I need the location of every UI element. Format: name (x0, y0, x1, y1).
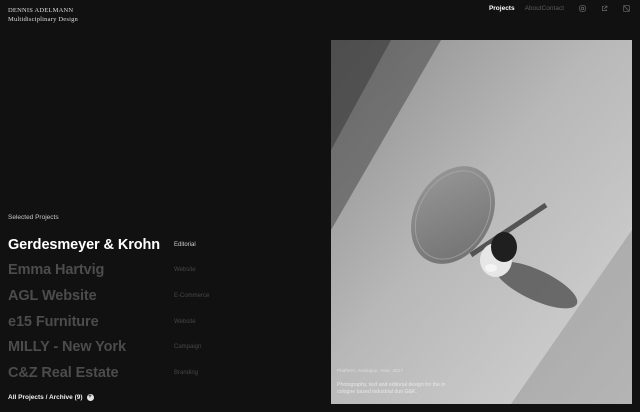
project-name[interactable]: e15 Furniture (8, 314, 174, 330)
brand[interactable]: DENNIS ADELMANN Multidisciplinary Design (8, 6, 78, 24)
project-name[interactable]: Emma Hartvig (8, 262, 174, 278)
project-row-cz-real-estate[interactable]: C&Z Real Estate Branding (8, 360, 318, 386)
hero-photo (331, 40, 632, 404)
all-projects-label[interactable]: All Projects / Archive (9) (8, 394, 83, 401)
instagram-icon[interactable] (578, 4, 586, 12)
hero-description: Photography, text and editorial design f… (337, 382, 446, 395)
project-category: Campaign (174, 344, 202, 351)
project-name[interactable]: AGL Website (8, 288, 174, 304)
project-category: E-Commerce (174, 292, 210, 299)
project-category: Branding (174, 369, 199, 376)
project-category: Editorial (174, 241, 196, 248)
project-category: Website (174, 267, 196, 274)
project-category: Website (174, 318, 196, 325)
brand-tagline: Multidisciplinary Design (8, 16, 78, 23)
project-name[interactable]: C&Z Real Estate (8, 365, 174, 381)
project-row-agl-website[interactable]: AGL Website E-Commerce (8, 283, 318, 309)
nav-about-contact: AboutContact (525, 5, 564, 12)
top-nav: Projects AboutContact (489, 4, 630, 12)
project-list: Gerdesmeyer & Krohn Editorial Emma Hartv… (8, 232, 318, 386)
brand-name[interactable]: DENNIS ADELMANN (8, 6, 78, 15)
project-row-milly-new-york[interactable]: MILLY - New York Campaign (8, 334, 318, 360)
project-name[interactable]: MILLY - New York (8, 339, 174, 355)
selected-projects-label: Selected Projects (8, 214, 59, 221)
nav-contact[interactable]: Contact (542, 5, 564, 12)
project-row-gerdesmeyer-krohn[interactable]: Gerdesmeyer & Krohn Editorial (8, 232, 318, 258)
project-hero-image[interactable]: Platform: Analogue, Year: 2017 Photograp… (331, 40, 632, 404)
external-link-icon[interactable] (600, 4, 608, 12)
all-projects-link[interactable]: All Projects / Archive (9) + (8, 394, 94, 401)
project-row-emma-hartvig[interactable]: Emma Hartvig Website (8, 258, 318, 284)
project-row-e15-furniture[interactable]: e15 Furniture Website (8, 309, 318, 335)
page: DENNIS ADELMANN Multidisciplinary Design… (0, 0, 640, 412)
hero-meta: Platform: Analogue, Year: 2017 (337, 369, 404, 374)
plus-icon[interactable]: + (86, 394, 94, 401)
nav-projects[interactable]: Projects (489, 5, 515, 12)
theme-toggle-icon[interactable] (622, 4, 630, 12)
nav-about[interactable]: About (525, 5, 542, 12)
project-name[interactable]: Gerdesmeyer & Krohn (8, 237, 174, 253)
